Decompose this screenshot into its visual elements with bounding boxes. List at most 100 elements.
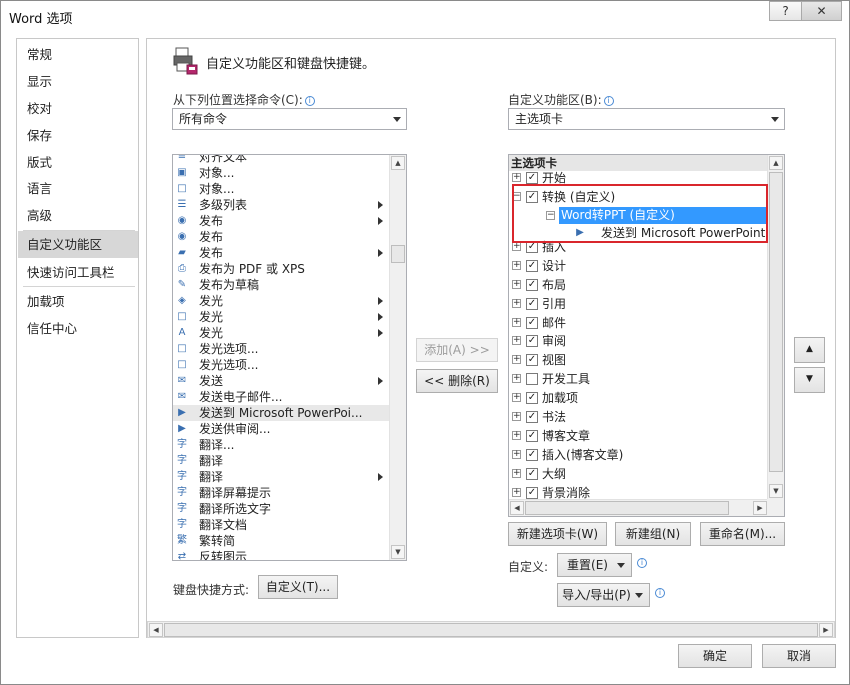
- expand-icon[interactable]: +: [512, 260, 521, 270]
- expand-icon[interactable]: +: [512, 173, 521, 182]
- command-item[interactable]: ▶ 发送到 Microsoft PowerPoi...: [173, 405, 390, 421]
- tab-checkbox[interactable]: ✓: [526, 392, 538, 405]
- scroll-left-icon[interactable]: ◀: [149, 623, 163, 637]
- ribbon-tab-item[interactable]: + ✓ 博客文章: [509, 427, 768, 445]
- ribbon-tab-item[interactable]: + ✓ 书法: [509, 408, 768, 426]
- nav-item-customize-ribbon[interactable]: 自定义功能区: [18, 231, 138, 258]
- tab-checkbox[interactable]: ✓: [526, 259, 538, 272]
- new-tab-button[interactable]: 新建选项卡(W): [508, 522, 607, 546]
- command-item[interactable]: ◈ 发光: [173, 293, 390, 309]
- move-up-button[interactable]: ▲: [794, 337, 825, 363]
- reset-button[interactable]: 重置(E): [557, 553, 632, 577]
- ribbon-tab-item[interactable]: + 开发工具: [509, 370, 768, 388]
- command-item[interactable]: 字 翻译: [173, 453, 390, 469]
- ribbon-tab-item[interactable]: + ✓ 审阅: [509, 332, 768, 350]
- scroll-thumb[interactable]: [769, 172, 783, 472]
- command-item[interactable]: ☰ 多级列表: [173, 197, 390, 213]
- nav-item-proofing[interactable]: 校对: [18, 95, 138, 122]
- commands-list[interactable]: ≡ 对齐文本 ▣ 对象... □ 对象... ☰ 多级列表 ◉ 发布 ◉ 发布 ▰ 发布 ⎙ 发布为 PDF …: [172, 154, 407, 561]
- ribbon-tab-item[interactable]: + ✓ 大纲: [509, 465, 768, 483]
- nav-item-trust-center[interactable]: 信任中心: [18, 315, 138, 342]
- command-item[interactable]: 字 翻译: [173, 469, 390, 485]
- expand-icon[interactable]: +: [512, 355, 521, 365]
- expand-icon[interactable]: +: [512, 374, 521, 384]
- expand-icon[interactable]: +: [512, 298, 521, 308]
- command-item[interactable]: ✎ 发布为草稿: [173, 277, 390, 293]
- scroll-up-icon[interactable]: ▲: [769, 156, 783, 170]
- nav-item-addins[interactable]: 加载项: [18, 288, 138, 315]
- scroll-right-icon[interactable]: ▶: [819, 623, 833, 637]
- command-item[interactable]: □ 发光: [173, 309, 390, 325]
- nav-item-general[interactable]: 常规: [18, 41, 138, 68]
- ribbon-tab-item[interactable]: + ✓ 邮件: [509, 314, 768, 332]
- expand-icon[interactable]: +: [512, 317, 521, 327]
- ribbon-tab-item[interactable]: + ✓ 引用: [509, 295, 768, 313]
- tab-checkbox[interactable]: ✓: [526, 429, 538, 442]
- command-item[interactable]: ▶ 发送供审阅...: [173, 421, 390, 437]
- rename-button[interactable]: 重命名(M)...: [700, 522, 785, 546]
- new-group-button[interactable]: 新建组(N): [615, 522, 691, 546]
- remove-button[interactable]: << 删除(R): [416, 369, 498, 393]
- ribbon-tab-item[interactable]: + ✓ 设计: [509, 257, 768, 275]
- scroll-up-icon[interactable]: ▲: [391, 156, 405, 170]
- command-item[interactable]: ◉ 发布: [173, 213, 390, 229]
- tab-checkbox[interactable]: ✓: [526, 278, 538, 291]
- add-button[interactable]: 添加(A) >>: [416, 338, 498, 362]
- scroll-thumb[interactable]: [164, 623, 818, 637]
- commands-scrollbar[interactable]: ▲ ▼: [389, 155, 406, 560]
- tree-hscrollbar[interactable]: ◀ ▶: [509, 499, 768, 516]
- tab-checkbox[interactable]: ✓: [526, 411, 538, 423]
- command-item[interactable]: A 发光: [173, 325, 390, 341]
- nav-item-advanced[interactable]: 高级: [18, 202, 138, 229]
- command-item[interactable]: ◉ 发布: [173, 229, 390, 245]
- nav-item-display[interactable]: 显示: [18, 68, 138, 95]
- nav-item-save[interactable]: 保存: [18, 122, 138, 149]
- ribbon-tab-item[interactable]: + ✓ 加载项: [509, 389, 768, 407]
- ribbon-tab-item[interactable]: + ✓ 视图: [509, 351, 768, 369]
- command-item[interactable]: ≡ 对齐文本: [173, 155, 390, 165]
- tab-checkbox[interactable]: ✓: [526, 335, 538, 348]
- close-button[interactable]: ✕: [801, 1, 842, 21]
- scroll-down-icon[interactable]: ▼: [769, 484, 783, 498]
- choose-commands-dropdown[interactable]: 所有命令: [172, 108, 407, 130]
- tab-checkbox[interactable]: ✓: [526, 172, 538, 184]
- expand-icon[interactable]: +: [512, 430, 521, 440]
- expand-icon[interactable]: +: [512, 449, 521, 459]
- command-item[interactable]: ⇄ 反转图示: [173, 549, 390, 560]
- command-item[interactable]: 字 翻译...: [173, 437, 390, 453]
- command-item[interactable]: 字 翻译屏幕提示: [173, 485, 390, 501]
- expand-icon[interactable]: +: [512, 487, 521, 497]
- nav-item-layout[interactable]: 版式: [18, 149, 138, 176]
- ok-button[interactable]: 确定: [678, 644, 752, 668]
- ribbon-tab-item[interactable]: + ✓ 插入(博客文章): [509, 446, 768, 464]
- expand-icon[interactable]: +: [512, 336, 521, 346]
- command-item[interactable]: □ 发光选项...: [173, 357, 390, 373]
- command-item[interactable]: ▰ 发布: [173, 245, 390, 261]
- expand-icon[interactable]: +: [512, 241, 521, 251]
- ribbon-tab-item[interactable]: + ✓ 布局: [509, 276, 768, 294]
- import-export-button[interactable]: 导入/导出(P): [557, 583, 650, 607]
- panel-hscrollbar[interactable]: ◀ ▶: [147, 621, 835, 638]
- scroll-down-icon[interactable]: ▼: [391, 545, 405, 559]
- tab-checkbox[interactable]: ✓: [526, 448, 538, 461]
- customize-keyboard-button[interactable]: 自定义(T)...: [258, 575, 338, 599]
- tab-checkbox[interactable]: ✓: [526, 467, 538, 480]
- command-item[interactable]: ⎙ 发布为 PDF 或 XPS: [173, 261, 390, 277]
- tab-checkbox[interactable]: ✓: [526, 486, 538, 499]
- scroll-right-icon[interactable]: ▶: [753, 501, 767, 515]
- expand-icon[interactable]: +: [512, 468, 521, 478]
- scroll-thumb[interactable]: [525, 501, 729, 515]
- nav-item-language[interactable]: 语言: [18, 175, 138, 202]
- move-down-button[interactable]: ▼: [794, 367, 825, 393]
- help-button[interactable]: ?: [769, 1, 802, 21]
- command-item[interactable]: 字 翻译所选文字: [173, 501, 390, 517]
- nav-item-quick-access-toolbar[interactable]: 快速访问工具栏: [18, 259, 138, 286]
- scroll-left-icon[interactable]: ◀: [510, 501, 524, 515]
- scroll-thumb[interactable]: [391, 245, 405, 263]
- expand-icon[interactable]: +: [512, 412, 521, 421]
- customize-ribbon-dropdown[interactable]: 主选项卡: [508, 108, 785, 130]
- command-item[interactable]: ▣ 对象...: [173, 165, 390, 181]
- tab-checkbox[interactable]: ✓: [526, 316, 538, 329]
- command-item[interactable]: ✉ 发送: [173, 373, 390, 389]
- command-item[interactable]: □ 发光选项...: [173, 341, 390, 357]
